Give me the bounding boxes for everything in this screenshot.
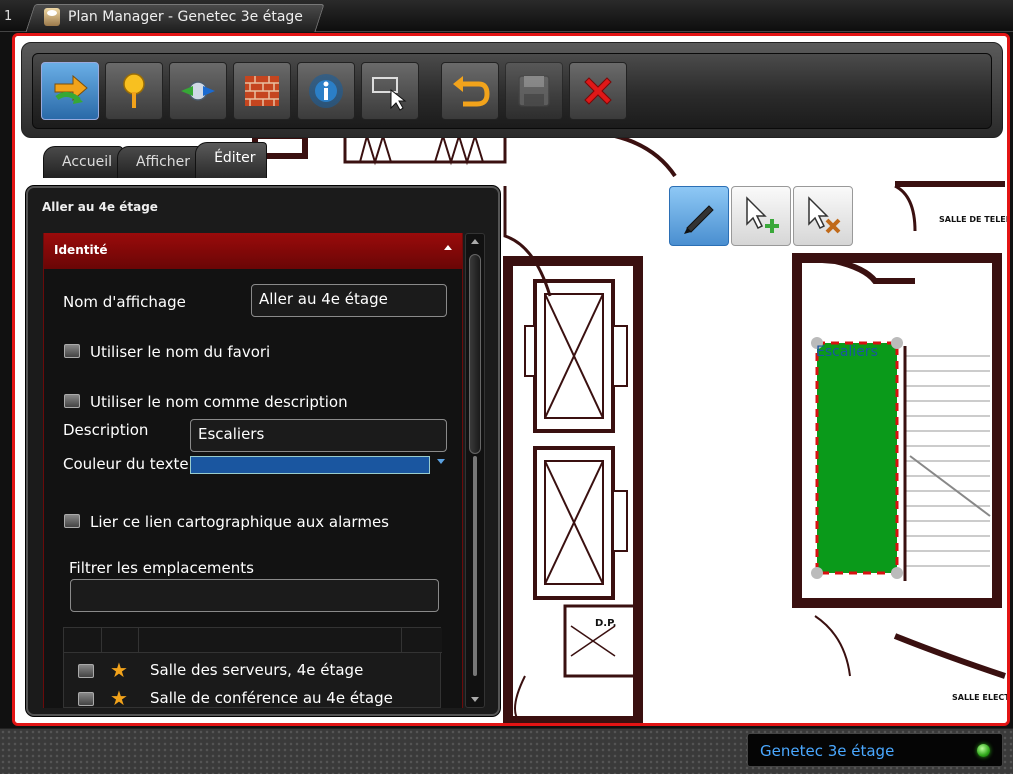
pen-tool-button[interactable]: [669, 186, 729, 246]
properties-panel: Aller au 4e étage Identité Nom d'afficha…: [26, 186, 500, 716]
panel-title: Aller au 4e étage: [42, 200, 158, 214]
undo-icon: [453, 76, 490, 107]
tab-label: Éditer: [214, 150, 256, 166]
collapse-arrow-icon[interactable]: [444, 245, 452, 250]
grid-header: [64, 628, 442, 653]
brick-wall-icon: [245, 76, 279, 106]
remove-selection-icon: [808, 196, 841, 234]
use-favorite-name-checkbox[interactable]: [64, 344, 80, 358]
select-area-tool-button[interactable]: [361, 62, 419, 120]
description-label: Description: [63, 421, 149, 439]
save-icon: [518, 75, 550, 107]
status-location-text: Genetec 3e étage: [760, 742, 895, 760]
plan-manager-icon: [44, 8, 60, 26]
select-area-icon: [372, 77, 407, 111]
map-link-area[interactable]: [815, 341, 899, 575]
section-title: Identité: [54, 243, 108, 257]
scroll-up-icon[interactable]: [471, 239, 479, 244]
tab-afficher[interactable]: Afficher: [117, 146, 202, 178]
app-window: 1 Plan Manager - Genetec 3e étage D.P. S…: [0, 0, 1013, 774]
map-link-icon: [54, 74, 88, 104]
use-name-as-description-checkbox[interactable]: [64, 394, 80, 408]
edit-tools: [669, 186, 853, 246]
undo-button[interactable]: [441, 62, 499, 120]
resize-handle: [811, 567, 823, 579]
section-header-identite[interactable]: Identité: [44, 233, 462, 269]
panel-scrollbar[interactable]: [465, 233, 485, 708]
scroll-track: [473, 456, 477, 676]
room-label-telephone: SALLE DE TELEPHONE: [939, 215, 1007, 224]
view-tabs: Accueil Afficher Éditer: [43, 142, 267, 178]
scroll-thumb[interactable]: [469, 254, 481, 454]
tab-editer[interactable]: Éditer: [195, 142, 267, 178]
row-label: Salle de conférence au 4e étage: [150, 689, 393, 707]
pen-icon: [684, 205, 714, 234]
close-icon: [584, 77, 612, 105]
tab-strip: 1 Plan Manager - Genetec 3e étage: [0, 0, 1013, 32]
resize-handle: [891, 337, 903, 349]
info-tool-button[interactable]: [297, 62, 355, 120]
link-alarms-label: Lier ce lien cartographique aux alarmes: [90, 513, 389, 531]
display-name-input[interactable]: Aller au 4e étage: [251, 284, 447, 317]
remove-selection-button[interactable]: [793, 186, 853, 246]
filter-input[interactable]: [70, 579, 439, 612]
list-item[interactable]: ★ Salle de conférence au 4e étage: [64, 684, 442, 708]
tab-accueil[interactable]: Accueil: [43, 146, 123, 178]
map-workspace: D.P. SALLE DE TELE SALLE ELEC Escaliers …: [12, 33, 1010, 726]
link-alarms-checkbox[interactable]: [64, 514, 80, 528]
use-favorite-name-label: Utiliser le nom du favori: [90, 343, 271, 361]
row-label: Salle des serveurs, 4e étage: [150, 661, 364, 679]
add-selection-icon: [746, 196, 779, 233]
door-icon: [181, 81, 215, 101]
list-item[interactable]: ★ Salle des serveurs, 4e étage: [64, 656, 442, 684]
resize-handle: [891, 567, 903, 579]
map-link-label: Escaliers: [816, 344, 878, 360]
panel-content: Identité Nom d'affichage Aller au 4e éta…: [43, 233, 463, 708]
chevron-down-icon[interactable]: [437, 459, 445, 464]
pin-icon: [123, 73, 145, 108]
add-selection-button[interactable]: [731, 186, 791, 246]
row-checkbox[interactable]: [78, 692, 94, 706]
status-location[interactable]: Genetec 3e étage: [747, 733, 1003, 767]
section-body: Nom d'affichage Aller au 4e étage Utilis…: [44, 269, 462, 708]
status-bar: Genetec 3e étage: [0, 728, 1013, 774]
description-input[interactable]: Escaliers: [190, 419, 447, 452]
filter-label: Filtrer les emplacements: [69, 559, 254, 577]
room-label-electrique: SALLE ELECTRIQUE: [952, 693, 1007, 702]
tab-content: Plan Manager - Genetec 3e étage: [44, 8, 303, 26]
door-tool-button[interactable]: [169, 62, 227, 120]
toolbar-container: [21, 42, 1003, 138]
map-link-tool-button[interactable]: [41, 62, 99, 120]
tab-title: Plan Manager - Genetec 3e étage: [68, 9, 303, 25]
star-icon: ★: [110, 686, 128, 708]
use-name-as-description-label: Utiliser le nom comme description: [90, 393, 348, 411]
tab-label: Afficher: [136, 154, 191, 170]
pin-tool-button[interactable]: [105, 62, 163, 120]
star-icon: ★: [110, 658, 128, 682]
locations-grid: ★ Salle des serveurs, 4e étage ★ Salle d…: [63, 627, 442, 708]
save-button[interactable]: [505, 62, 563, 120]
status-led-icon: [977, 744, 990, 757]
tab-number: 1: [4, 9, 13, 24]
text-color-label: Couleur du texte: [63, 455, 189, 473]
main-toolbar: [32, 53, 992, 129]
scroll-down-icon[interactable]: [471, 697, 479, 702]
wall-tool-button[interactable]: [233, 62, 291, 120]
tab-label: Accueil: [62, 154, 112, 170]
display-name-label: Nom d'affichage: [63, 293, 186, 311]
close-button[interactable]: [569, 62, 627, 120]
text-color-picker[interactable]: [190, 456, 430, 474]
row-checkbox[interactable]: [78, 664, 94, 678]
info-icon: [309, 74, 343, 108]
